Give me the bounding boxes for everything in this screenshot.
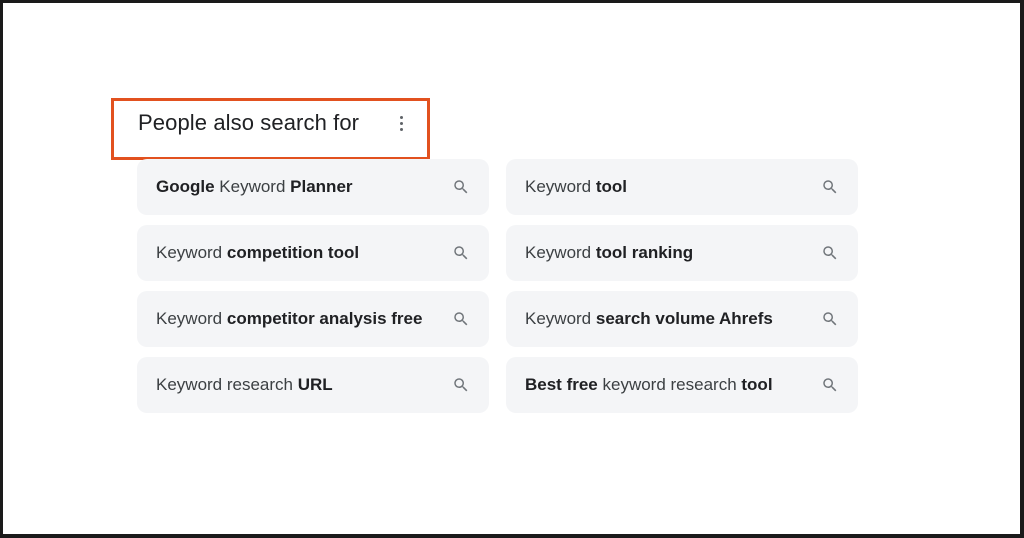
suggestion-text: Keyword [525,309,596,328]
suggestion-label: Keyword research URL [156,375,333,395]
suggestion-bold-text: tool [741,375,773,394]
suggestion-chip[interactable]: Keyword research URL [137,357,489,413]
suggestion-chip[interactable]: Keyword competition tool [137,225,489,281]
suggestion-label: Keyword competitor analysis free [156,309,422,329]
search-icon[interactable] [821,376,839,394]
suggestion-text: Keyword [156,243,227,262]
suggestion-label: Google Keyword Planner [156,177,353,197]
suggestion-label: Best free keyword research tool [525,375,773,395]
more-vert-icon-dot [399,115,403,119]
suggestion-chip[interactable]: Keyword tool [506,159,858,215]
section-title: People also search for [138,110,360,135]
search-icon[interactable] [452,244,470,262]
suggestion-text: Keyword research [156,375,298,394]
suggestion-bold-text: competition tool [226,243,360,262]
page-frame: People also search for Google Keyword Pl… [3,3,1020,534]
more-vert-icon-dot [399,121,403,125]
search-icon[interactable] [452,178,470,196]
suggestion-text: keyword research [597,375,742,394]
suggestion-chip[interactable]: Keyword competitor analysis free [137,291,489,347]
search-icon[interactable] [452,310,470,328]
more-options-button[interactable] [393,111,409,135]
suggestion-bold-text: Google [156,177,215,196]
suggestion-bold-text: tool ranking [595,243,694,262]
suggestion-bold-text: Planner [290,177,353,196]
suggestion-label: Keyword tool [525,177,627,197]
suggestion-chip[interactable]: Google Keyword Planner [137,159,489,215]
suggestion-chip[interactable]: Best free keyword research tool [506,357,858,413]
search-icon[interactable] [821,178,839,196]
more-vert-icon-dot [399,127,403,131]
suggestion-label: Keyword competition tool [156,243,359,263]
suggestion-text: Keyword [525,243,596,262]
suggestion-bold-text: Best free [525,375,598,394]
suggestion-chip[interactable]: Keyword tool ranking [506,225,858,281]
suggestion-bold-text: search volume Ahrefs [595,309,773,328]
suggestion-label: Keyword tool ranking [525,243,693,263]
suggestion-bold-text: URL [297,375,333,394]
suggestion-chip[interactable]: Keyword search volume Ahrefs [506,291,858,347]
search-icon[interactable] [821,310,839,328]
search-icon[interactable] [452,376,470,394]
suggestion-label: Keyword search volume Ahrefs [525,309,773,329]
suggestion-bold-text: tool [595,177,628,196]
suggestion-bold-text: competitor analysis free [226,309,423,328]
search-icon[interactable] [821,244,839,262]
suggestions-grid: Google Keyword Planner Keyword tool Keywor… [137,159,858,413]
suggestion-text: Keyword [525,177,596,196]
suggestion-text: Keyword [214,177,291,196]
suggestion-text: Keyword [156,309,227,328]
